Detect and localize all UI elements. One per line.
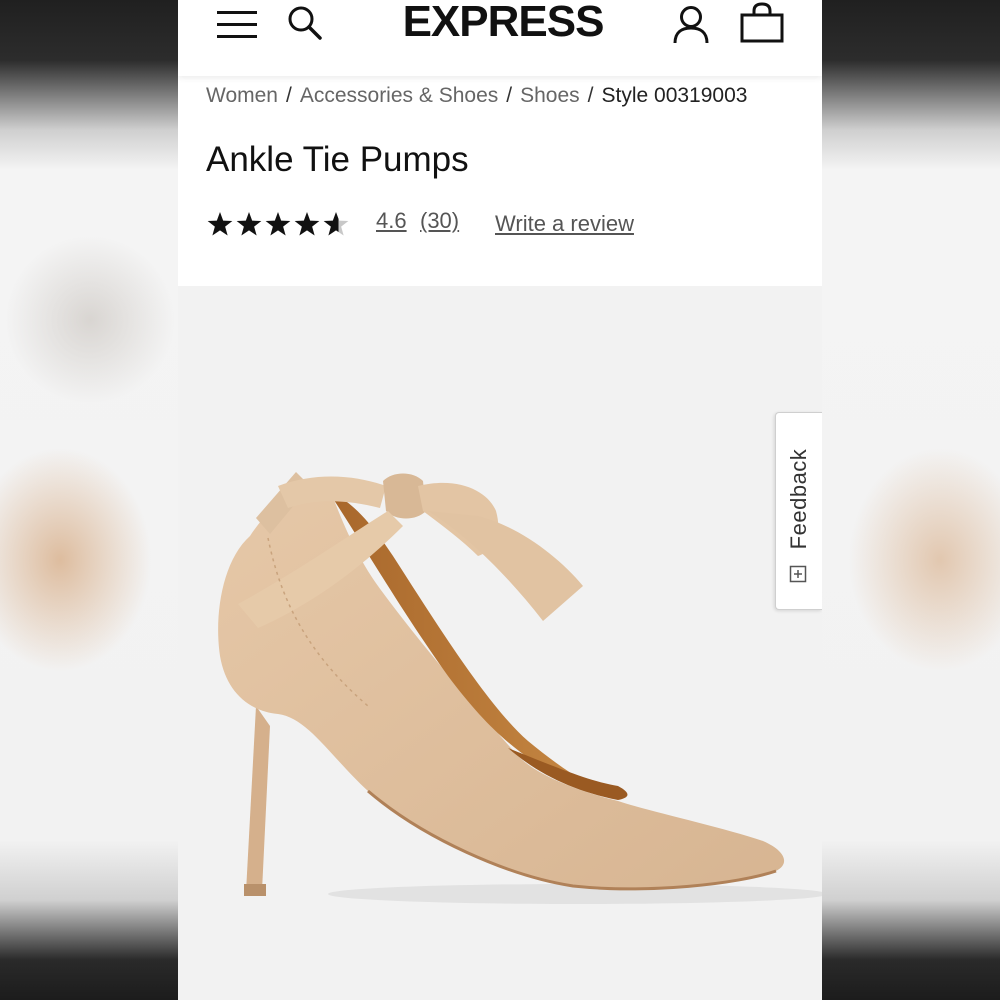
breadcrumb-accessories-shoes[interactable]: Accessories & Shoes (300, 84, 498, 107)
rating-row: 4.6 (30) Write a review (206, 204, 806, 244)
product-title: Ankle Tie Pumps (206, 140, 469, 179)
star-icon (207, 212, 233, 236)
product-image[interactable] (178, 286, 822, 1000)
site-header: EXPRESS (178, 0, 822, 76)
breadcrumb: Women / Accessories & Shoes / Shoes / Style 00… (206, 82, 747, 110)
star-icon (294, 212, 320, 236)
star-rating (207, 212, 349, 236)
breadcrumb-separator: / (285, 84, 292, 107)
star-icon (323, 212, 349, 236)
star-icon (265, 212, 291, 236)
star-icon (236, 212, 262, 236)
breadcrumb-current-style: Style 00319003 (601, 84, 748, 107)
rating-value[interactable]: 4.6 (376, 206, 407, 236)
search-icon[interactable] (286, 4, 324, 42)
feedback-label: Feedback (786, 448, 811, 550)
feedback-tab[interactable]: Feedback (775, 412, 822, 610)
breadcrumb-separator: / (506, 84, 513, 107)
write-review-link[interactable]: Write a review (495, 209, 634, 239)
account-icon[interactable] (672, 4, 710, 44)
breadcrumb-women[interactable]: Women (206, 84, 278, 107)
phone-screen: EXPRESS Women / Accessories & Shoes / Shoes /… (178, 0, 822, 1000)
breadcrumb-shoes[interactable]: Shoes (520, 84, 580, 107)
plus-square-icon (789, 565, 807, 583)
express-logo[interactable]: EXPRESS (390, 0, 616, 48)
shopping-bag-icon[interactable] (739, 2, 785, 44)
review-count[interactable]: (30) (420, 206, 459, 236)
breadcrumb-separator: / (587, 84, 594, 107)
menu-icon[interactable] (216, 5, 258, 43)
shoe-image (218, 472, 822, 904)
